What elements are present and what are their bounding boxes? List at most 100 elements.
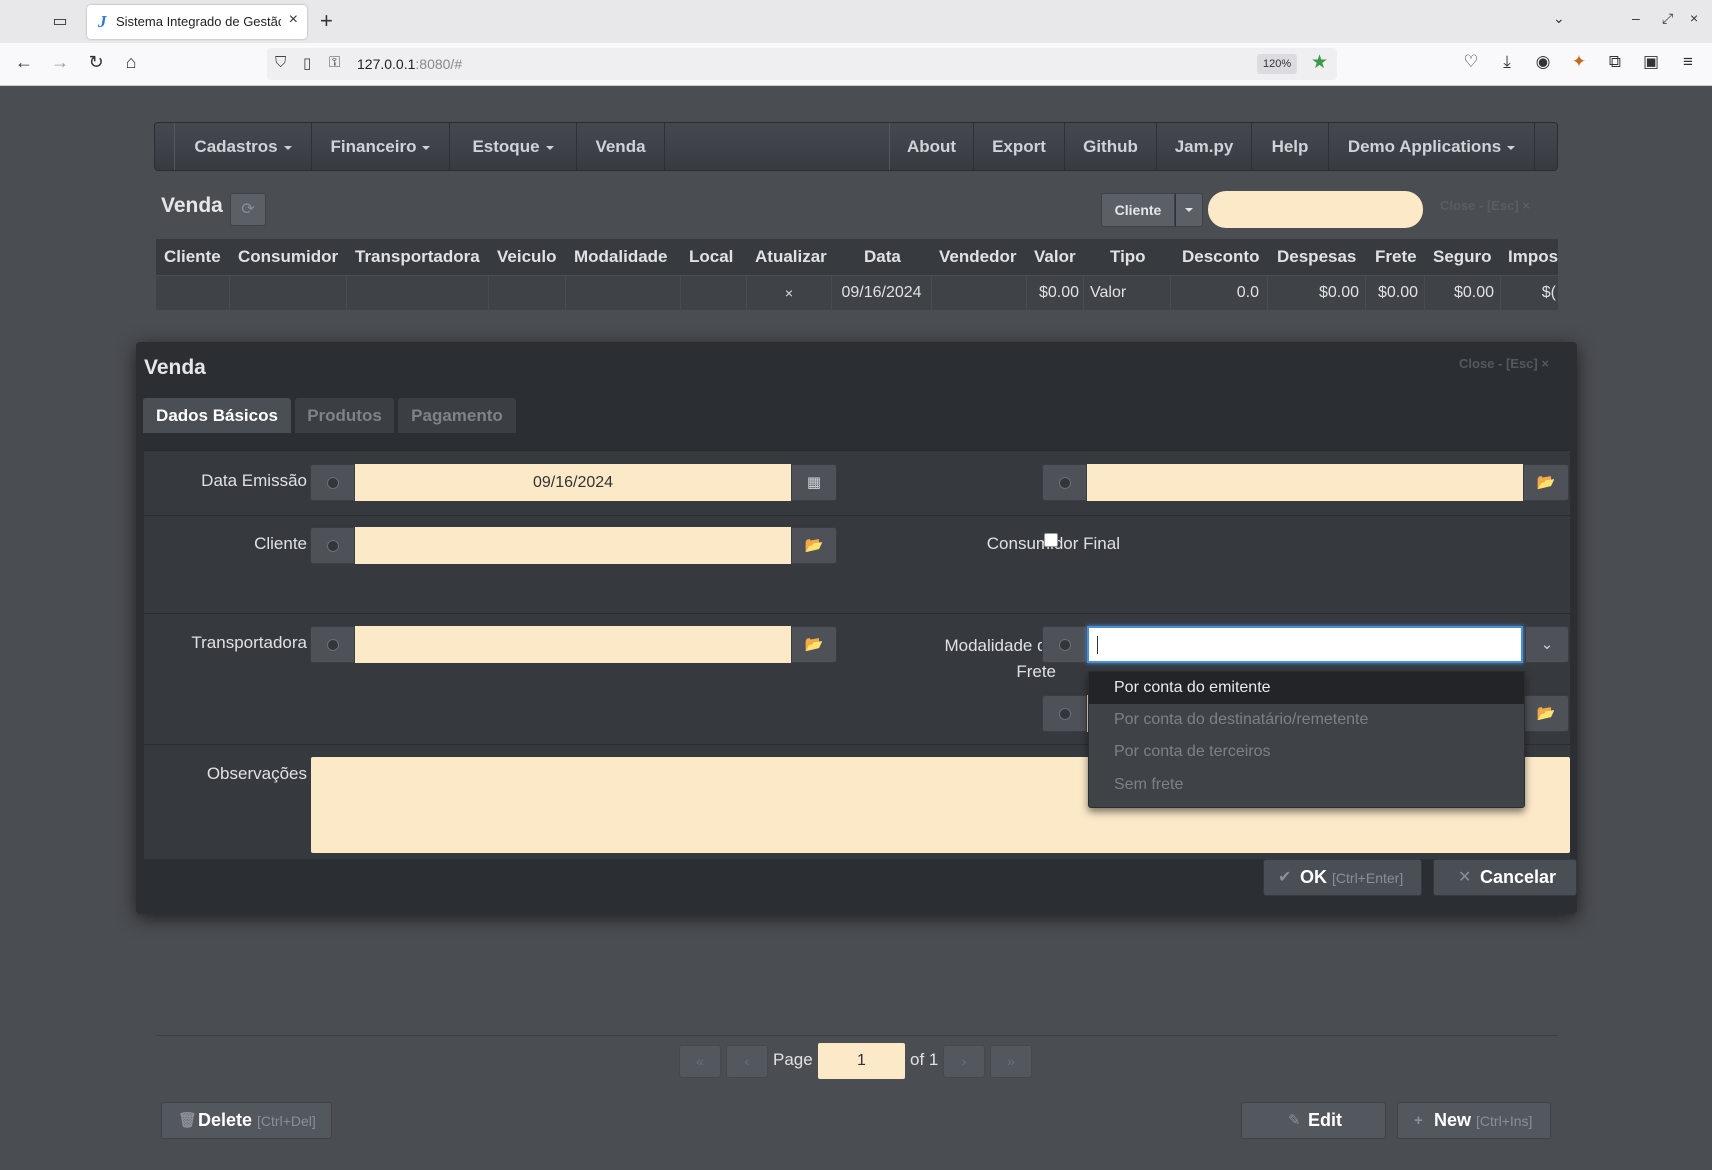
col-header[interactable]: Desconto	[1182, 239, 1259, 275]
new-button[interactable]: + New [Ctrl+Ins]	[1397, 1102, 1551, 1139]
col-header[interactable]: Local	[689, 239, 733, 275]
consumidor-final-checkbox[interactable]	[1044, 533, 1058, 547]
cliente-clear-button[interactable]	[310, 527, 355, 564]
account-icon[interactable]: ◉	[1531, 52, 1555, 72]
cancel-button[interactable]: ✕ Cancelar	[1433, 859, 1577, 896]
nav-about[interactable]: About	[889, 123, 974, 170]
shield-icon[interactable]: ⛉	[275, 54, 286, 71]
url-bar[interactable]: ⛉ ▯ ⚿ 127.0.0.1:8080/# 120% ★	[267, 48, 1337, 80]
pocket-icon[interactable]: ♡	[1459, 52, 1483, 72]
nav-cadastros[interactable]: Cadastros	[174, 123, 312, 170]
new-tab-icon[interactable]: +	[320, 9, 333, 33]
search-field-dropdown[interactable]	[1175, 193, 1203, 227]
col-header[interactable]: Data	[864, 239, 901, 275]
delete-button[interactable]: 🗑 Delete [Ctrl+Del]	[161, 1102, 332, 1139]
calendar-button[interactable]: ▦	[791, 464, 837, 501]
col-header[interactable]: Frete	[1375, 239, 1417, 275]
view-close-link[interactable]: Close - [Esc] ×	[1440, 198, 1530, 213]
col-header[interactable]: Modalidade	[574, 239, 668, 275]
forward-icon[interactable]: →	[48, 52, 72, 73]
url-text[interactable]: 127.0.0.1:8080/#	[357, 56, 462, 72]
cliente-label: Cliente	[254, 534, 307, 553]
extensions-puzzle-icon[interactable]: ⧉	[1603, 52, 1627, 72]
edit-button[interactable]: ✎ Edit	[1241, 1102, 1386, 1139]
dropdown-option[interactable]: Por conta do destinatário/remetente	[1089, 704, 1524, 736]
extension-icon[interactable]: ✦	[1567, 52, 1591, 72]
modalidade-clear-button[interactable]	[1042, 626, 1087, 663]
col-header[interactable]: Tipo	[1110, 239, 1146, 275]
col-header[interactable]: Cliente	[164, 239, 221, 275]
home-icon[interactable]: ⌂	[119, 52, 143, 73]
tab-overflow-chevron-icon[interactable]: ⌄	[1553, 10, 1565, 27]
tab-list-icon[interactable]: ▭	[48, 10, 72, 34]
nav-export[interactable]: Export	[974, 123, 1065, 170]
col-header[interactable]: Seguro	[1433, 239, 1492, 275]
col-header[interactable]: Consumidor	[238, 239, 338, 275]
back-icon[interactable]: ←	[12, 52, 36, 73]
search-input[interactable]	[1208, 191, 1423, 228]
refresh-button[interactable]: ⟳	[230, 193, 266, 226]
col-header[interactable]: Atualizar	[755, 239, 827, 275]
veiculo-clear-button[interactable]	[1042, 695, 1087, 732]
download-icon[interactable]: ⤓	[1495, 52, 1519, 72]
reload-icon[interactable]: ↻	[84, 52, 108, 73]
zoom-indicator[interactable]: 120%	[1257, 54, 1298, 74]
vendedor-clear-button[interactable]	[1042, 464, 1087, 501]
col-header[interactable]: Impos	[1508, 239, 1558, 275]
dropdown-option[interactable]: Por conta do emitente	[1089, 672, 1524, 704]
connection-icon[interactable]: ⚿	[329, 54, 340, 71]
transportadora-input[interactable]	[355, 626, 791, 663]
transportadora-clear-button[interactable]	[310, 626, 355, 663]
ok-button[interactable]: ✔ OK [Ctrl+Enter]	[1263, 859, 1422, 896]
tab-dados-basicos[interactable]: Dados Básicos	[143, 398, 291, 433]
nav-venda[interactable]: Venda	[577, 123, 665, 170]
nav-estoque[interactable]: Estoque	[450, 123, 577, 170]
cell-frete: $0.00	[1366, 276, 1425, 310]
tab-produtos[interactable]: Produtos	[295, 398, 394, 433]
tab-pagamento[interactable]: Pagamento	[398, 398, 516, 433]
nav-help[interactable]: Help	[1252, 123, 1329, 170]
minimize-icon[interactable]: –	[1632, 10, 1640, 26]
nav-demo-applications[interactable]: Demo Applications	[1329, 123, 1535, 170]
modal-close-link[interactable]: Close - [Esc] ×	[1459, 356, 1549, 371]
trash-icon: 🗑	[178, 1112, 198, 1129]
window-close-icon[interactable]: ×	[1690, 10, 1698, 26]
dropdown-option[interactable]: Sem frete	[1089, 769, 1524, 801]
bookmark-star-icon[interactable]: ★	[1311, 51, 1328, 74]
restore-icon[interactable]: ⤢	[1662, 10, 1673, 27]
close-icon: ✕	[1458, 869, 1472, 886]
transportadora-lookup-button[interactable]: 📂	[791, 626, 837, 663]
menu-icon[interactable]: ≡	[1676, 52, 1700, 72]
ok-hotkey: [Ctrl+Enter]	[1332, 870, 1404, 886]
tab-close-icon[interactable]: ×	[289, 11, 298, 29]
table-row[interactable]: × 09/16/2024 $0.00 Valor 0.0 $0.00 $0.00…	[156, 276, 1558, 310]
vendedor-input[interactable]	[1087, 464, 1523, 501]
col-header[interactable]: Transportadora	[355, 239, 480, 275]
data-emissao-input[interactable]: 09/16/2024	[355, 464, 791, 501]
col-header[interactable]: Despesas	[1277, 239, 1356, 275]
col-header[interactable]: Vendedor	[939, 239, 1016, 275]
dropdown-option[interactable]: Por conta de terceiros	[1089, 736, 1524, 768]
first-page-button[interactable]: «	[679, 1045, 721, 1078]
next-page-button[interactable]: ›	[943, 1045, 985, 1078]
veiculo-lookup-button[interactable]: 📂	[1523, 695, 1569, 732]
cliente-lookup-button[interactable]: 📂	[791, 527, 837, 564]
cliente-input[interactable]	[355, 527, 791, 564]
selenium-icon[interactable]: ▣	[1639, 52, 1663, 72]
modalidade-dropdown-button[interactable]: ⌄	[1525, 626, 1569, 663]
search-field-button[interactable]: Cliente	[1101, 193, 1175, 227]
nav-financeiro[interactable]: Financeiro	[312, 123, 450, 170]
browser-tab[interactable]: J Sistema Integrado de Gestão ×	[87, 5, 307, 39]
nav-jampy[interactable]: Jam.py	[1157, 123, 1252, 170]
modalidade-frete-input[interactable]	[1087, 626, 1523, 663]
prev-page-button[interactable]: ‹	[726, 1045, 768, 1078]
page-input[interactable]: 1	[818, 1043, 905, 1079]
page-icon[interactable]: ▯	[303, 54, 311, 72]
col-header[interactable]: Valor	[1034, 239, 1076, 275]
vendedor-lookup-button[interactable]: 📂	[1523, 464, 1569, 501]
calendar-icon: ▦	[806, 474, 822, 491]
data-emissao-clear-button[interactable]	[310, 464, 355, 501]
nav-github[interactable]: Github	[1065, 123, 1157, 170]
col-header[interactable]: Veiculo	[497, 239, 557, 275]
last-page-button[interactable]: »	[990, 1045, 1032, 1078]
